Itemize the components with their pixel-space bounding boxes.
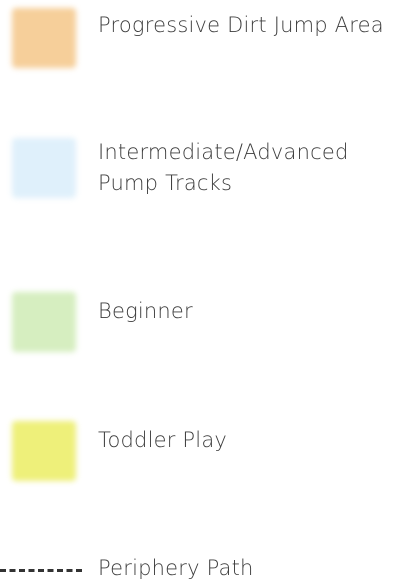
pump-tracks-label: Intermediate/Advanced Pump Tracks [98, 140, 349, 195]
dashed-line-icon [0, 569, 82, 572]
toddler-play-swatch [12, 421, 76, 481]
toddler-play-label: Toddler Play [98, 428, 228, 452]
dirt-jump-swatch [12, 8, 76, 68]
dirt-jump-label: Progressive Dirt Jump Area [98, 13, 384, 37]
beginner-swatch [12, 292, 76, 352]
beginner-label: Beginner [98, 299, 193, 323]
pump-tracks-swatch [12, 138, 76, 198]
periphery-path-label: Periphery Path [98, 556, 254, 580]
